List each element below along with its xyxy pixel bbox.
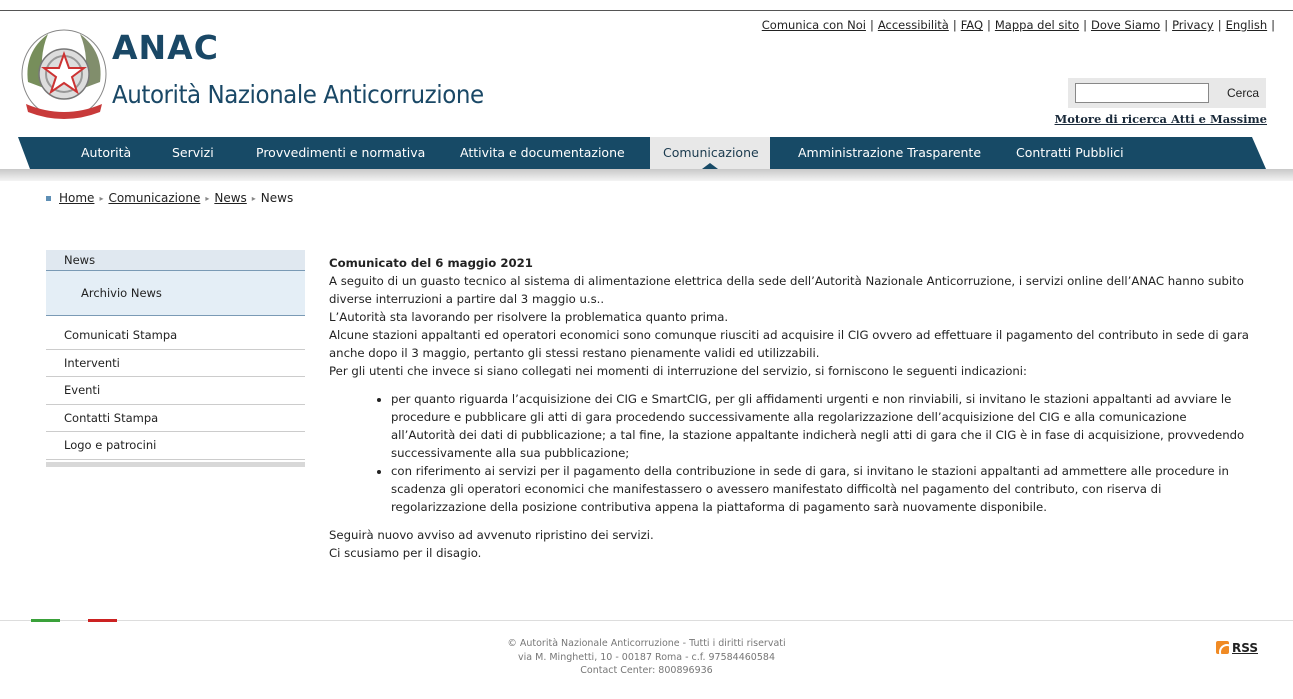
flag-green-stripe (31, 619, 60, 622)
sidebar-item-contatti-stampa[interactable]: Contatti Stampa (46, 405, 305, 432)
article-paragraph: A seguito di un guasto tecnico al sistem… (329, 274, 1244, 306)
sidebar-item-interventi[interactable]: Interventi (46, 350, 305, 377)
article-paragraph: Ci scusiamo per il disagio. (329, 546, 482, 560)
sidebar-item-news[interactable]: News (46, 250, 305, 271)
breadcrumb-news[interactable]: News (214, 191, 246, 205)
top-link-mappa[interactable]: Mappa del sito (995, 18, 1079, 32)
rss-link[interactable]: RSS (1216, 641, 1258, 655)
top-link-comunica[interactable]: Comunica con Noi (762, 18, 866, 32)
top-link-faq[interactable]: FAQ (961, 18, 983, 32)
top-link-accessibilita[interactable]: Accessibilità (878, 18, 949, 32)
article-list: per quanto riguarda l’acquisizione dei C… (391, 390, 1249, 516)
search-button[interactable]: Cerca (1227, 86, 1259, 100)
breadcrumb-comunicazione[interactable]: Comunicazione (108, 191, 200, 205)
top-link-dove-siamo[interactable]: Dove Siamo (1091, 18, 1160, 32)
list-item: per quanto riguarda l’acquisizione dei C… (391, 390, 1249, 462)
sidebar-item-comunicati-stampa[interactable]: Comunicati Stampa (46, 322, 305, 350)
breadcrumb-bullet-icon (46, 196, 51, 201)
footer-address: via M. Minghetti, 10 - 00187 Roma - c.f.… (518, 651, 775, 663)
sidebar-item-eventi[interactable]: Eventi (46, 377, 305, 405)
article-paragraph: Seguirà nuovo avviso ad avvenuto riprist… (329, 528, 654, 542)
search-box: Cerca (1068, 78, 1266, 108)
article-paragraph: Per gli utenti che invece si siano colle… (329, 364, 1027, 378)
sidebar-item-logo-patrocini[interactable]: Logo e patrocini (46, 432, 305, 460)
top-link-privacy[interactable]: Privacy (1172, 18, 1214, 32)
breadcrumb-current: News (260, 191, 294, 205)
nav-provvedimenti[interactable]: Provvedimenti e normativa (256, 137, 425, 169)
footer-contact: Contact Center: 800896936 (580, 665, 713, 676)
italian-emblem-icon[interactable] (18, 22, 110, 124)
rss-icon (1216, 641, 1229, 654)
search-input[interactable] (1075, 83, 1209, 103)
breadcrumb-arrow-icon: ▸ (99, 194, 104, 203)
search-atti-massime-link[interactable]: Motore di ricerca Atti e Massime (1055, 112, 1267, 126)
article: Comunicato del 6 maggio 2021 A seguito d… (329, 254, 1249, 562)
footer: © Autorità Nazionale Anticorruzione - Tu… (0, 637, 1293, 678)
breadcrumb: Home ▸ Comunicazione ▸ News ▸ News (46, 191, 293, 205)
flag-red-stripe (88, 619, 117, 622)
nav-contratti-pubblici[interactable]: Contratti Pubblici (1016, 137, 1124, 169)
sidebar: News Archivio News Comunicati Stampa Int… (46, 250, 305, 467)
footer-divider (0, 620, 1293, 621)
article-paragraph: Alcune stazioni appaltanti ed operatori … (329, 328, 1249, 360)
main-nav: Autorità Servizi Provvedimenti e normati… (18, 137, 1266, 169)
list-item: con riferimento ai servizi per il pagame… (391, 462, 1249, 516)
breadcrumb-home[interactable]: Home (59, 191, 94, 205)
rss-label: RSS (1232, 641, 1258, 655)
nav-autorita[interactable]: Autorità (81, 137, 131, 169)
nav-attivita[interactable]: Attivita e documentazione (460, 137, 625, 169)
nav-comunicazione[interactable]: Comunicazione (663, 137, 759, 169)
logo-anac[interactable]: ANAC (112, 28, 219, 67)
top-links: Comunica con Noi | Accessibilità | FAQ | Mappa… (761, 18, 1275, 32)
nav-servizi[interactable]: Servizi (172, 137, 214, 169)
nav-amministrazione-trasparente[interactable]: Amministrazione Trasparente (798, 137, 981, 169)
article-title: Comunicato del 6 maggio 2021 (329, 256, 533, 270)
sidebar-item-archivio-news[interactable]: Archivio News (46, 271, 305, 316)
top-link-english[interactable]: English (1226, 18, 1268, 32)
breadcrumb-arrow-icon: ▸ (205, 194, 210, 203)
logo-full-name[interactable]: Autorità Nazionale Anticorruzione (112, 80, 484, 109)
article-paragraph: L’Autorità sta lavorando per risolvere l… (329, 310, 729, 324)
nav-shadow (0, 169, 1293, 181)
breadcrumb-arrow-icon: ▸ (251, 194, 256, 203)
footer-copyright: © Autorità Nazionale Anticorruzione - Tu… (507, 638, 786, 649)
sidebar-bottom-bar (46, 461, 305, 467)
top-border (0, 10, 1293, 11)
